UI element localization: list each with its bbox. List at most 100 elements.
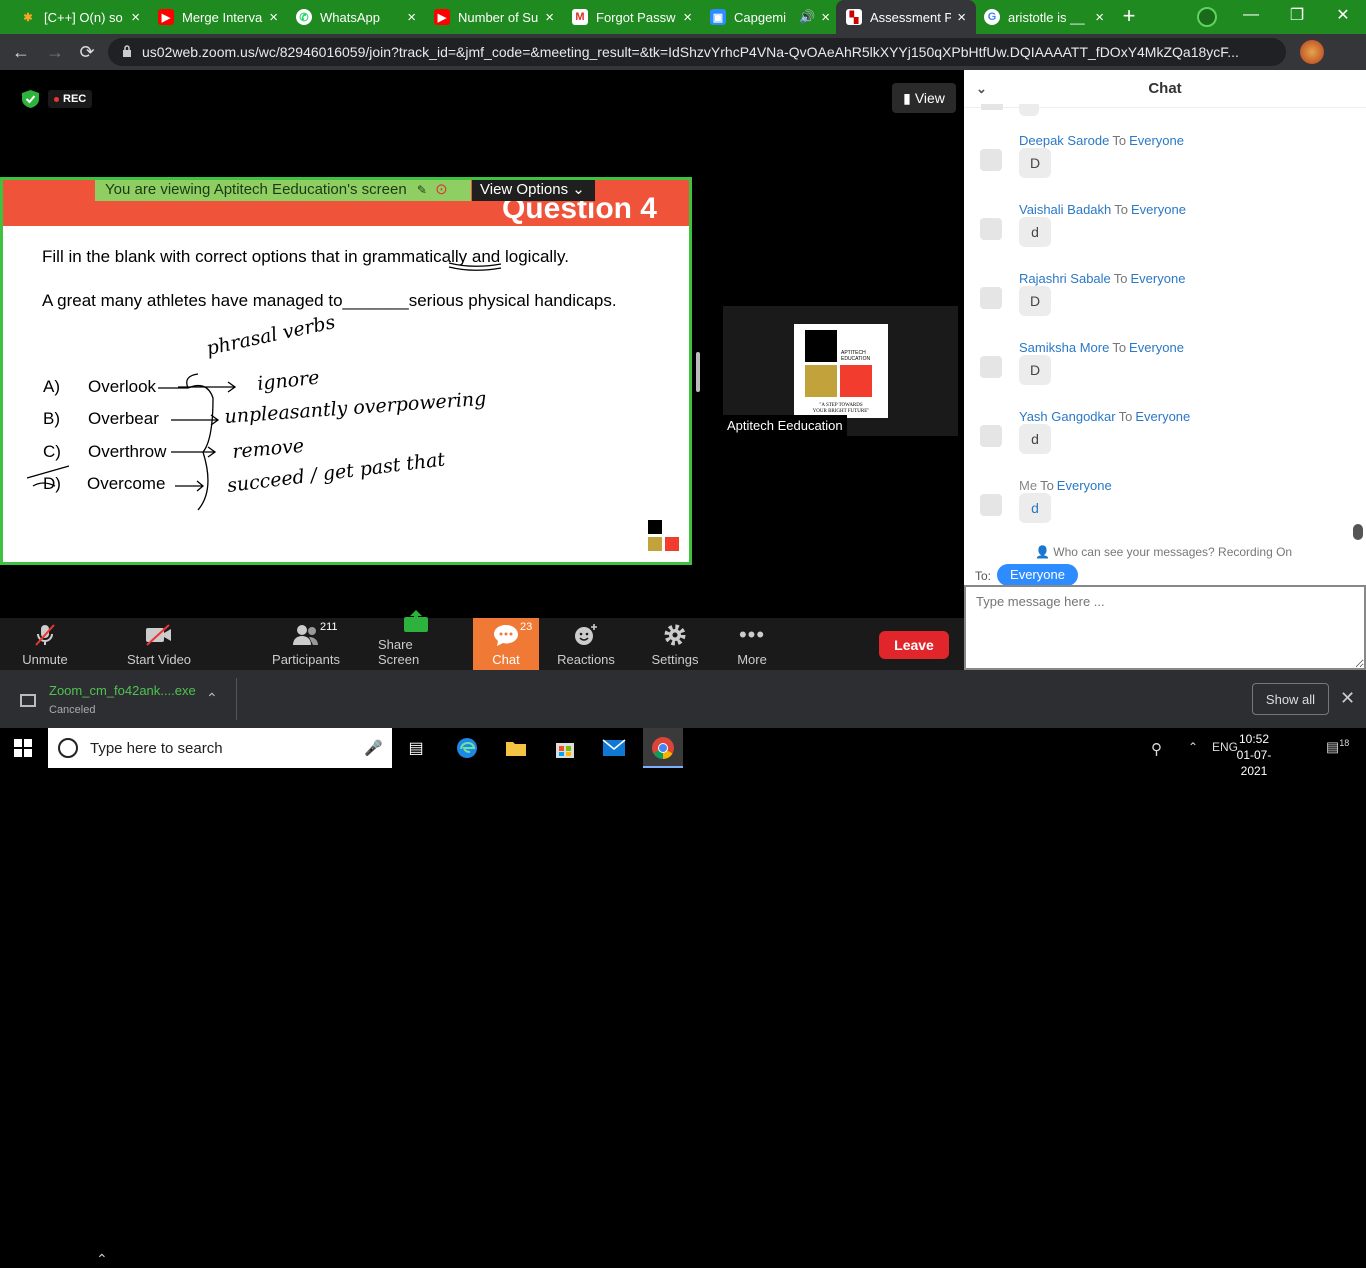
back-icon[interactable]: ←	[10, 42, 32, 62]
browser-tab[interactable]: ✱ [C++] O(n) so ×	[10, 0, 150, 34]
mail-icon[interactable]	[601, 736, 627, 760]
browser-tab-active[interactable]: ▚ Assessment P ×	[836, 0, 976, 34]
leave-button[interactable]: Leave	[879, 631, 949, 659]
sender-name[interactable]: Deepak Sarode	[1019, 133, 1109, 148]
taskbar-search[interactable]: Type here to search 🎤	[48, 728, 392, 768]
close-icon[interactable]: ×	[131, 10, 140, 25]
new-tab-button[interactable]: +	[1118, 5, 1140, 27]
resize-handle[interactable]	[696, 352, 700, 392]
unmute-button[interactable]: Unmute	[20, 618, 70, 670]
close-icon[interactable]: ✕	[1340, 688, 1355, 709]
meeting-area: REC ▮ View Question 4 You are viewing Apt…	[0, 70, 964, 618]
recipient-selector[interactable]: Everyone	[997, 564, 1078, 586]
address-bar-row: ← → ⟳ us02web.zoom.us/wc/82946016059/joi…	[0, 34, 1366, 94]
chat-button[interactable]: Chat 23	[473, 618, 539, 670]
participant-tile[interactable]: APTITECH EDUCATION "A STEP TOWARDS YOUR …	[723, 306, 958, 436]
browser-tab[interactable]: ▣ Capgemi 🔊 ×	[700, 0, 840, 34]
close-icon[interactable]: ×	[407, 10, 416, 25]
url-field[interactable]: us02web.zoom.us/wc/82946016059/join?trac…	[108, 38, 1286, 66]
chat-message: Rajashri Sabale To Everyone D	[964, 271, 1356, 340]
more-button[interactable]: ••• More	[732, 618, 772, 670]
logo-tagline: "A STEP TOWARDS	[819, 403, 863, 408]
store-icon[interactable]	[552, 736, 578, 760]
chevron-up-icon[interactable]: ⌃	[96, 1251, 108, 1268]
people-icon[interactable]: ⚲	[1151, 740, 1162, 758]
task-view-icon[interactable]: ▤	[403, 736, 429, 760]
browser-tab[interactable]: M Forgot Passw ×	[562, 0, 702, 34]
close-icon[interactable]: ×	[269, 10, 278, 25]
sender-name[interactable]: Yash Gangodkar	[1019, 409, 1116, 424]
notifications-icon[interactable]: ▤18	[1326, 738, 1349, 756]
browser-tab[interactable]: G aristotle is __ ×	[974, 0, 1114, 34]
handwriting-c: remove	[232, 435, 305, 463]
chat-bubble: d	[1019, 217, 1051, 247]
download-filename[interactable]: Zoom_cm_fo42ank....exe	[49, 683, 196, 698]
clock[interactable]: 10:52 01-07-2021	[1232, 731, 1276, 779]
chrome-icon[interactable]	[650, 736, 676, 760]
shared-screen: Question 4 You are viewing Aptitech Eedu…	[0, 177, 692, 565]
recipient-name[interactable]: Everyone	[1057, 478, 1112, 493]
browser-tab[interactable]: ▶ Number of Su ×	[424, 0, 564, 34]
avatar	[980, 149, 1002, 171]
close-icon[interactable]: ×	[545, 10, 554, 25]
reactions-button[interactable]: Reactions	[553, 618, 619, 670]
downloads-bar: Zoom_cm_fo42ank....exe Canceled ⌃ Show a…	[0, 670, 1366, 728]
avatar[interactable]	[1300, 40, 1324, 64]
edge-icon[interactable]	[454, 736, 480, 760]
chat-message: Samiksha More To Everyone D	[964, 340, 1356, 409]
browser-tab[interactable]: ✆ WhatsApp ×	[286, 0, 426, 34]
taskbar: Type here to search 🎤 ▤ ⚲ ⌃ ENG 10:52 01…	[0, 728, 1366, 778]
logo-text: EDUCATION	[841, 356, 870, 362]
handwriting-phrasal: phrasal verbs	[204, 311, 337, 360]
zoom-icon: ▣	[710, 9, 726, 25]
youtube-icon: ▶	[434, 9, 450, 25]
close-icon[interactable]: ×	[1095, 10, 1104, 25]
close-icon[interactable]: ×	[683, 10, 692, 25]
sender-name[interactable]: Samiksha More	[1019, 340, 1109, 355]
chat-header: ⌄ Chat	[964, 70, 1366, 108]
forward-icon[interactable]: →	[44, 42, 66, 62]
start-video-button[interactable]: Start Video	[124, 618, 194, 670]
view-button[interactable]: ▮ View	[892, 83, 956, 113]
recipient-name[interactable]: Everyone	[1129, 340, 1184, 355]
close-icon[interactable]: ×	[957, 10, 966, 25]
chat-message: Yash Gangodkar To Everyone d	[964, 409, 1356, 478]
recipient-name[interactable]: Everyone	[1131, 202, 1186, 217]
participants-button[interactable]: Participants 211	[268, 618, 344, 670]
divider	[236, 678, 237, 720]
meeting-toolbar: Unmute ⌃ Start Video Participants 211 Sh…	[0, 610, 964, 1267]
search-icon	[58, 738, 78, 758]
handwriting-a: ignore	[256, 367, 320, 395]
chat-count: 23	[520, 621, 533, 633]
privacy-note[interactable]: 👤 Who can see your messages? Recording O…	[1035, 545, 1292, 559]
share-screen-icon	[403, 609, 429, 633]
restore-button[interactable]: ❐	[1274, 0, 1320, 30]
file-explorer-icon[interactable]	[503, 736, 529, 760]
gmail-icon: M	[572, 9, 588, 25]
chevron-up-icon[interactable]: ⌃	[1188, 740, 1198, 754]
recipient-name[interactable]: Everyone	[1129, 133, 1184, 148]
recipient-name[interactable]: Everyone	[1135, 409, 1190, 424]
chat-message-input[interactable]	[964, 585, 1366, 670]
chat-scrollbar[interactable]	[1353, 524, 1363, 540]
chevron-down-icon[interactable]: ⌄	[976, 70, 987, 108]
windows-start-icon[interactable]	[14, 739, 32, 757]
assessment-icon: ▚	[846, 9, 862, 25]
minimize-button[interactable]: —	[1228, 0, 1274, 30]
settings-button[interactable]: Settings	[648, 618, 702, 670]
mic-icon[interactable]: 🎤	[364, 739, 383, 757]
sender-name[interactable]: Rajashri Sabale	[1019, 271, 1111, 286]
chevron-up-icon[interactable]: ⌃	[206, 690, 218, 707]
close-icon[interactable]: ×	[821, 10, 830, 25]
recipient-name[interactable]: Everyone	[1131, 271, 1186, 286]
share-screen-button[interactable]: Share Screen	[378, 610, 454, 670]
reload-icon[interactable]: ⟳	[76, 42, 98, 62]
sender-name[interactable]: Vaishali Badakh	[1019, 202, 1111, 217]
speaker-icon[interactable]: 🔊	[799, 9, 815, 25]
reactions-icon	[573, 622, 599, 648]
profile-icon[interactable]	[1197, 7, 1217, 27]
browser-tab[interactable]: ▶ Merge Interva ×	[148, 0, 288, 34]
show-all-button[interactable]: Show all	[1252, 683, 1329, 715]
close-window-button[interactable]: ✕	[1320, 0, 1366, 30]
aptitech-logo: APTITECH EDUCATION "A STEP TOWARDS YOUR …	[794, 324, 888, 418]
